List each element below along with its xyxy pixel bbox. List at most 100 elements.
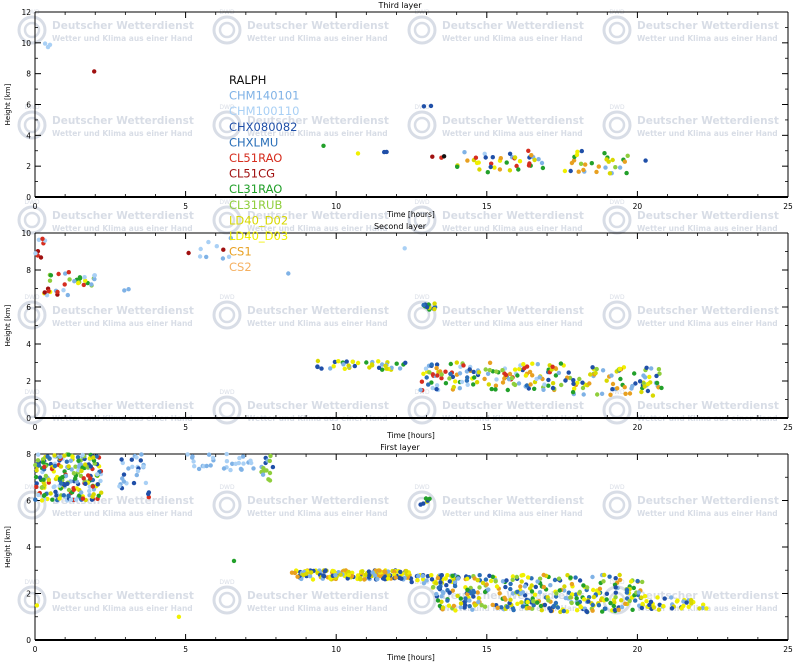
data-point-ld40-d03 — [346, 572, 351, 578]
dwd-logo-icon — [407, 585, 437, 615]
data-point-cl31rub — [71, 471, 77, 476]
dwd-logo-icon-inner — [608, 496, 626, 514]
data-point-chx080082 — [352, 363, 357, 369]
dwd-logo-icon — [212, 15, 242, 45]
data-point-chm140101 — [196, 466, 202, 472]
data-point-cl51rao — [66, 270, 72, 275]
y-tick-label: 4 — [26, 543, 31, 552]
data-point-ld40-d02 — [384, 366, 389, 371]
watermark-subtitle: Wetter und Klima aus einer Hand — [442, 319, 583, 328]
data-point-cl31rao — [505, 387, 510, 393]
watermark-tile: Deutscher Wetterdienst Wetter und Klima a… — [407, 199, 584, 235]
data-point-cl51rao — [46, 289, 51, 294]
data-point-cs1 — [495, 605, 500, 610]
watermark-subtitle: Wetter und Klima aus einer Hand — [637, 34, 778, 43]
data-point-chx080082 — [403, 360, 408, 365]
legend-entry-chxlmu: CHXLMU — [229, 135, 278, 149]
data-point-chxlmu — [505, 604, 510, 610]
watermark-tile: Deutscher Wetterdienst Wetter und Klima a… — [17, 199, 194, 235]
data-point-chm140101 — [642, 375, 648, 380]
legend-entry-ld40-d02: LD40_D02 — [229, 213, 288, 227]
data-point-chm140101 — [457, 386, 462, 391]
y-tick-label: 0 — [26, 414, 31, 423]
data-point-chm140101 — [208, 463, 213, 468]
watermark-subtitle: Wetter und Klima aus einer Hand — [247, 319, 388, 328]
data-point-cl51rao — [473, 155, 479, 160]
data-point-cl31rub — [569, 600, 574, 606]
dwd-logo-icon — [602, 205, 632, 235]
data-point-cl51rao — [550, 364, 555, 369]
data-point-chx080082 — [467, 367, 472, 372]
data-point-ld40-d02 — [62, 453, 67, 458]
data-point-ld40-d03 — [645, 381, 651, 387]
data-point-chm140101 — [418, 387, 423, 393]
data-point-chm100110 — [494, 377, 499, 382]
data-point-cl31rub — [595, 392, 600, 397]
watermark-title: Deutscher Wetterdienst — [52, 305, 194, 317]
data-point-cl31rub — [627, 598, 632, 604]
data-point-cl31rub — [613, 595, 618, 600]
data-point-chm100110 — [233, 461, 238, 466]
data-point-ld40-d03 — [429, 573, 434, 578]
data-point-ld40-d03 — [443, 576, 448, 581]
data-point-ld40-d03 — [674, 599, 680, 604]
data-point-ld40-d02 — [346, 363, 351, 368]
y-tick-label: 10 — [21, 229, 31, 238]
data-point-cl31rao — [589, 161, 594, 166]
data-point-chxlmu — [33, 497, 38, 502]
data-point-chm100110 — [214, 244, 219, 249]
data-point-chm100110 — [42, 41, 48, 46]
dwd-logo-icon — [407, 15, 437, 45]
data-point-chx080082 — [429, 577, 435, 582]
watermark-tile: Deutscher Wetterdienst Wetter und Klima a… — [602, 294, 779, 330]
data-point-ld40-d02 — [562, 584, 567, 589]
watermark-tile: Deutscher Wetterdienst Wetter und Klima a… — [212, 294, 389, 330]
data-point-chx080082 — [504, 578, 509, 583]
data-point-chm140101 — [458, 605, 463, 610]
data-point-cl31rub — [494, 369, 499, 374]
data-point-ld40-d03 — [70, 454, 75, 459]
y-axis-label: Height [km] — [4, 526, 12, 568]
x-tick-label: 20 — [633, 423, 643, 432]
data-point-ld40-d03 — [530, 361, 535, 366]
y-tick-label: 10 — [21, 39, 31, 48]
data-point-chm100110 — [228, 467, 233, 473]
y-tick-label: 2 — [26, 162, 31, 171]
data-point-chx080082 — [382, 149, 387, 155]
data-point-chm140101 — [251, 466, 256, 471]
y-axis-label: Height [km] — [4, 83, 12, 125]
data-point-cl31rub — [585, 585, 590, 590]
data-point-ld40-d03 — [512, 367, 518, 372]
data-point-cl31rao — [538, 603, 544, 609]
data-point-chm140101 — [260, 472, 266, 477]
data-point-ld40-d03 — [681, 603, 686, 609]
data-point-chx080082 — [612, 607, 618, 613]
data-point-chm100110 — [47, 42, 53, 47]
data-point-ld40-d02 — [602, 572, 607, 578]
data-point-chx080082 — [409, 579, 414, 585]
data-point-chm140101 — [467, 598, 472, 603]
watermark-logo-text: DWD — [414, 484, 430, 491]
data-point-ld40-d02 — [455, 593, 460, 598]
data-point-ld40-d02 — [451, 384, 456, 390]
data-point-chx080082 — [83, 481, 88, 486]
dwd-logo-icon-inner — [218, 306, 236, 324]
dwd-logo-icon-inner — [413, 591, 431, 609]
data-point-chm100110 — [130, 464, 135, 469]
y-tick-label: 12 — [21, 8, 31, 17]
data-point-cl31rao — [33, 474, 39, 480]
panel-3: First layer 0 5 10 15 20 25 0 2 4 6 8 Time [hours] He… — [4, 443, 793, 662]
data-point-cl31rub — [546, 598, 551, 603]
data-point-ld40-d02 — [512, 155, 518, 160]
data-point-chm100110 — [206, 239, 211, 245]
data-point-ld40-d03 — [355, 360, 361, 366]
data-point-cl31rub — [483, 367, 488, 372]
data-point-cs1 — [498, 156, 503, 161]
dwd-logo-icon — [602, 110, 632, 140]
dwd-logo-icon — [602, 490, 632, 520]
dwd-logo-icon — [17, 300, 47, 330]
data-point-chx080082 — [88, 464, 94, 469]
data-point-ld40-d03 — [661, 604, 666, 609]
data-point-cl31rub — [511, 381, 516, 387]
data-point-chxlmu — [445, 598, 450, 603]
